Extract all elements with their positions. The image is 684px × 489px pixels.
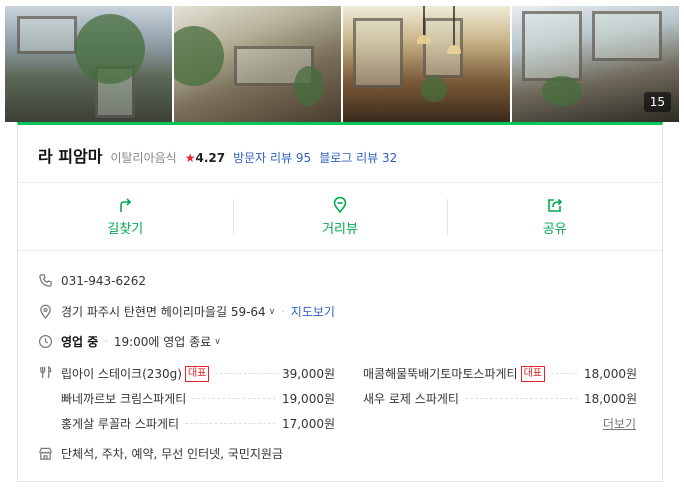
chevron-down-icon[interactable]: ∨ (269, 307, 276, 317)
menu-item-price: 19,000원 (281, 392, 335, 406)
street-view-label: 거리뷰 (322, 222, 358, 237)
share-label: 공유 (542, 222, 567, 237)
action-bar: 길찾기 거리뷰 공유 (18, 183, 662, 251)
dotted-leader (185, 423, 276, 424)
dotted-leader (192, 398, 276, 399)
menu-item[interactable]: 홍게살 루꼴라 스파게티 17,000원 (61, 415, 335, 432)
terrace-photo[interactable]: 15 (512, 6, 679, 122)
menu-item-name: 립아이 스테이크(230g) (61, 367, 182, 381)
dining-room-photo[interactable] (343, 6, 510, 122)
address-text: 경기 파주시 탄현면 헤이리마을길 59-64 (61, 305, 266, 319)
menu-item-name: 빠네까르보 크림스파게티 (61, 392, 187, 406)
menu-item-name: 매콤해물뚝배기토마토스파게티 (363, 367, 518, 381)
menu-item[interactable]: 빠네까르보 크림스파게티 19,000원 (61, 390, 335, 407)
place-card: 라 피암마 이탈리아음식 ★4.27 방문자 리뷰 95 블로그 리뷰 32 길… (17, 122, 663, 482)
photo-count-badge[interactable]: 15 (643, 92, 671, 112)
directions-button[interactable]: 길찾기 (18, 183, 233, 250)
dotted-leader (550, 373, 578, 374)
closing-time[interactable]: 19:00에 영업 종료 (114, 333, 211, 350)
menu-item[interactable]: 새우 로제 스파게티 18,000원 (363, 390, 637, 407)
address-row: 경기 파주시 탄현면 헤이리마을길 59-64 ∨ · 지도보기 (38, 303, 335, 320)
share-icon (547, 198, 562, 212)
separator-dot: · (281, 305, 285, 318)
menu-item[interactable]: 매콤해물뚝배기토마토스파게티 대표 18,000원 (363, 365, 637, 382)
blog-reviews-link[interactable]: 블로그 리뷰 32 (319, 149, 397, 166)
place-name: 라 피암마 (38, 147, 103, 166)
exterior-photo[interactable] (5, 6, 172, 122)
menu-item-price: 18,000원 (583, 367, 637, 381)
menu-item-price: 17,000원 (281, 417, 335, 431)
menu-item[interactable]: 립아이 스테이크(230g) 대표 39,000원 (61, 365, 335, 382)
store-icon (39, 447, 52, 460)
directions-icon (120, 198, 132, 212)
menu-item-name: 홍게살 루꼴라 스파게티 (61, 417, 180, 431)
dotted-leader (464, 398, 578, 399)
map-view-link[interactable]: 지도보기 (291, 303, 335, 320)
phone-row: 031-943-6262 (38, 273, 146, 288)
clock-icon (38, 334, 53, 349)
menu-item-name: 새우 로제 스파게티 (363, 392, 459, 406)
street-view-button[interactable]: 거리뷰 (232, 183, 448, 250)
rating-value: 4.27 (195, 151, 226, 165)
amenities-row: 단체석, 주차, 예약, 무선 인터넷, 국민지원금 (38, 445, 283, 462)
amenities-text: 단체석, 주차, 예약, 무선 인터넷, 국민지원금 (61, 447, 284, 461)
phone-number[interactable]: 031-943-6262 (61, 274, 146, 288)
menu-icon-wrap (38, 365, 61, 380)
fork-knife-icon (40, 365, 52, 379)
place-rating: ★4.27 (185, 151, 225, 165)
menu-item-price: 18,000원 (583, 392, 637, 406)
location-icon (40, 304, 51, 319)
interior-photo[interactable] (174, 6, 341, 122)
map-pin-icon (333, 196, 347, 214)
phone-icon (39, 274, 52, 287)
hours-row: 영업 중 · 19:00에 영업 종료 ∨ (38, 333, 221, 350)
place-category: 이탈리아음식 (110, 151, 177, 165)
dotted-leader (215, 373, 276, 374)
visitor-reviews-link[interactable]: 방문자 리뷰 95 (233, 149, 311, 166)
representative-badge: 대표 (520, 365, 545, 382)
chevron-down-icon[interactable]: ∨ (214, 337, 221, 347)
place-header: 라 피암마 이탈리아음식 ★4.27 방문자 리뷰 95 블로그 리뷰 32 (18, 125, 662, 183)
share-button[interactable]: 공유 (447, 183, 662, 250)
menu-item-price: 39,000원 (281, 367, 335, 381)
star-icon: ★ (184, 151, 196, 165)
separator-dot: · (104, 335, 108, 348)
representative-badge: 대표 (184, 365, 210, 382)
menu-more-link[interactable]: 더보기 (603, 415, 636, 432)
business-status: 영업 중 (61, 335, 99, 349)
directions-label: 길찾기 (107, 222, 144, 237)
photo-gallery: 15 (5, 6, 679, 122)
